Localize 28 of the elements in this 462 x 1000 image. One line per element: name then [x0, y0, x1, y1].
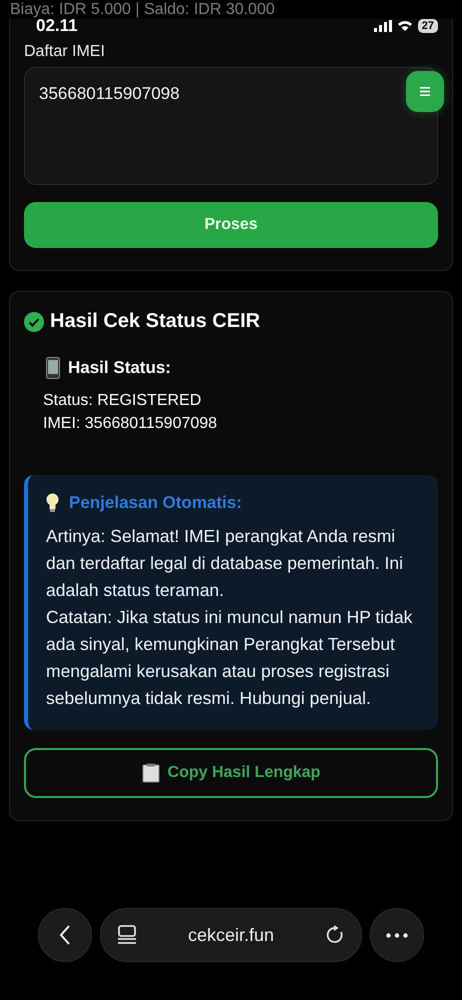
status-line: Status: REGISTERED — [43, 391, 202, 411]
result-subtitle: Hasil Status: — [68, 358, 171, 378]
status-line: IMEI: 356680115907098 — [43, 414, 218, 434]
clipboard-icon — [142, 763, 160, 783]
clock: 02.11 — [36, 16, 78, 36]
back-button[interactable] — [38, 908, 92, 962]
result-title: Hasil Cek Status CEIR — [50, 310, 260, 333]
more-button[interactable] — [370, 908, 424, 962]
menu-icon — [420, 87, 430, 96]
field-label: Daftar IMEI — [24, 43, 106, 61]
copy-button[interactable]: Copy Hasil Lengkap — [24, 748, 438, 798]
back-icon — [59, 924, 71, 946]
more-icon — [386, 932, 408, 938]
check-circle-icon — [24, 312, 44, 332]
imei-input-field[interactable]: 356680115907098 — [24, 67, 438, 185]
signal-icon — [374, 20, 392, 32]
explanation-title: Penjelasan Otomatis: — [69, 493, 242, 513]
balance-info: Biaya: IDR 5.000 | Saldo: IDR 30.000 — [10, 0, 275, 19]
url-text: cekceir.fun — [188, 924, 274, 946]
explanation-text: Artinya: Selamat! IMEI perangkat Anda resmi dan terdaftar legal di database pemerintah. Ini adalah status teraman. — [46, 525, 404, 602]
lightbulb-icon — [46, 493, 59, 513]
explanation-text: Catatan: Jika status ini muncul namun HP tidak ada sinyal, kemungkinan Perangkat Tersebut mengalami kerusakan atau proses registrasi sebelumnya tidak resmi. Hubungi penjual. — [46, 606, 414, 710]
menu-button[interactable] — [406, 71, 444, 112]
reload-icon — [324, 925, 345, 945]
wifi-icon — [396, 20, 413, 32]
phone-icon — [46, 357, 60, 379]
address-bar[interactable]: cekceir.fun — [100, 908, 362, 962]
tabs-icon — [117, 924, 137, 946]
